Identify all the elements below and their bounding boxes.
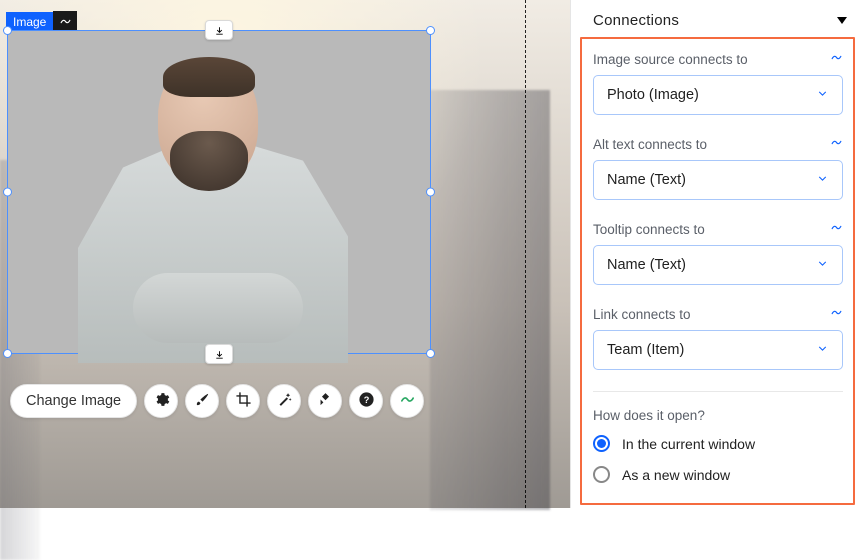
dataset-link-icon[interactable] — [830, 221, 843, 237]
field-label: Alt text connects to — [593, 137, 707, 152]
filters-button[interactable] — [267, 384, 301, 418]
animation-button[interactable] — [308, 384, 342, 418]
crop-button[interactable] — [226, 384, 260, 418]
design-button[interactable] — [185, 384, 219, 418]
background-building-right — [430, 90, 550, 510]
panel-header[interactable]: Connections — [571, 0, 865, 41]
image-content — [8, 31, 430, 353]
field-alt-text: Alt text connects to Name (Text) — [593, 136, 843, 200]
help-icon: ? — [358, 391, 375, 411]
radio-label: In the current window — [622, 436, 755, 452]
settings-button[interactable] — [144, 384, 178, 418]
gear-icon — [153, 391, 170, 411]
field-link: Link connects to Team (Item) — [593, 306, 843, 370]
resize-handle-ml[interactable] — [3, 188, 12, 197]
dataset-link-icon — [399, 391, 416, 411]
radio-off-icon — [593, 466, 610, 483]
open-new-window-option[interactable]: As a new window — [593, 466, 843, 483]
open-question-label: How does it open? — [593, 408, 843, 423]
tooltip-select[interactable]: Name (Text) — [593, 245, 843, 285]
animation-icon — [317, 391, 334, 411]
resize-handle-mr[interactable] — [426, 188, 435, 197]
dataset-link-icon[interactable] — [830, 136, 843, 152]
select-value: Name (Text) — [607, 172, 686, 188]
stretch-bottom-button[interactable] — [205, 344, 233, 364]
chevron-down-icon — [816, 172, 829, 189]
paintbrush-icon — [194, 391, 211, 411]
resize-handle-bl[interactable] — [3, 349, 12, 358]
stretch-top-button[interactable] — [205, 20, 233, 40]
change-image-button[interactable]: Change Image — [10, 384, 137, 418]
resize-handle-tl[interactable] — [3, 26, 12, 35]
svg-text:?: ? — [363, 395, 369, 405]
resize-handle-br[interactable] — [426, 349, 435, 358]
chevron-down-icon — [816, 257, 829, 274]
chevron-down-icon — [816, 342, 829, 359]
selected-image[interactable] — [7, 30, 431, 354]
radio-label: As a new window — [622, 467, 730, 483]
magic-wand-icon — [276, 391, 293, 411]
chevron-down-icon — [816, 87, 829, 104]
help-button[interactable]: ? — [349, 384, 383, 418]
field-image-source: Image source connects to Photo (Image) — [593, 51, 843, 115]
field-label: Link connects to — [593, 307, 691, 322]
field-label: Tooltip connects to — [593, 222, 705, 237]
element-tag: Image — [6, 11, 77, 32]
element-tag-label: Image — [6, 12, 53, 32]
open-current-window-option[interactable]: In the current window — [593, 435, 843, 452]
crop-icon — [235, 391, 252, 411]
data-connection-button[interactable] — [390, 384, 424, 418]
image-source-select[interactable]: Photo (Image) — [593, 75, 843, 115]
select-value: Name (Text) — [607, 257, 686, 273]
field-label: Image source connects to — [593, 52, 748, 67]
resize-handle-tr[interactable] — [426, 26, 435, 35]
divider — [593, 391, 843, 392]
collapse-icon — [837, 17, 847, 24]
dataset-link-icon[interactable] — [830, 306, 843, 322]
editor-canvas[interactable]: Image Change Image — [0, 0, 570, 508]
connections-panel: Connections Image source connects to Pho… — [570, 0, 865, 508]
select-value: Team (Item) — [607, 342, 684, 358]
panel-title: Connections — [593, 12, 679, 29]
field-tooltip: Tooltip connects to Name (Text) — [593, 221, 843, 285]
vertical-guide — [525, 0, 526, 508]
select-value: Photo (Image) — [607, 87, 699, 103]
dataset-link-icon — [53, 11, 77, 32]
link-select[interactable]: Team (Item) — [593, 330, 843, 370]
image-toolbar: Change Image ? — [10, 384, 424, 418]
alt-text-select[interactable]: Name (Text) — [593, 160, 843, 200]
radio-on-icon — [593, 435, 610, 452]
dataset-link-icon[interactable] — [830, 51, 843, 67]
